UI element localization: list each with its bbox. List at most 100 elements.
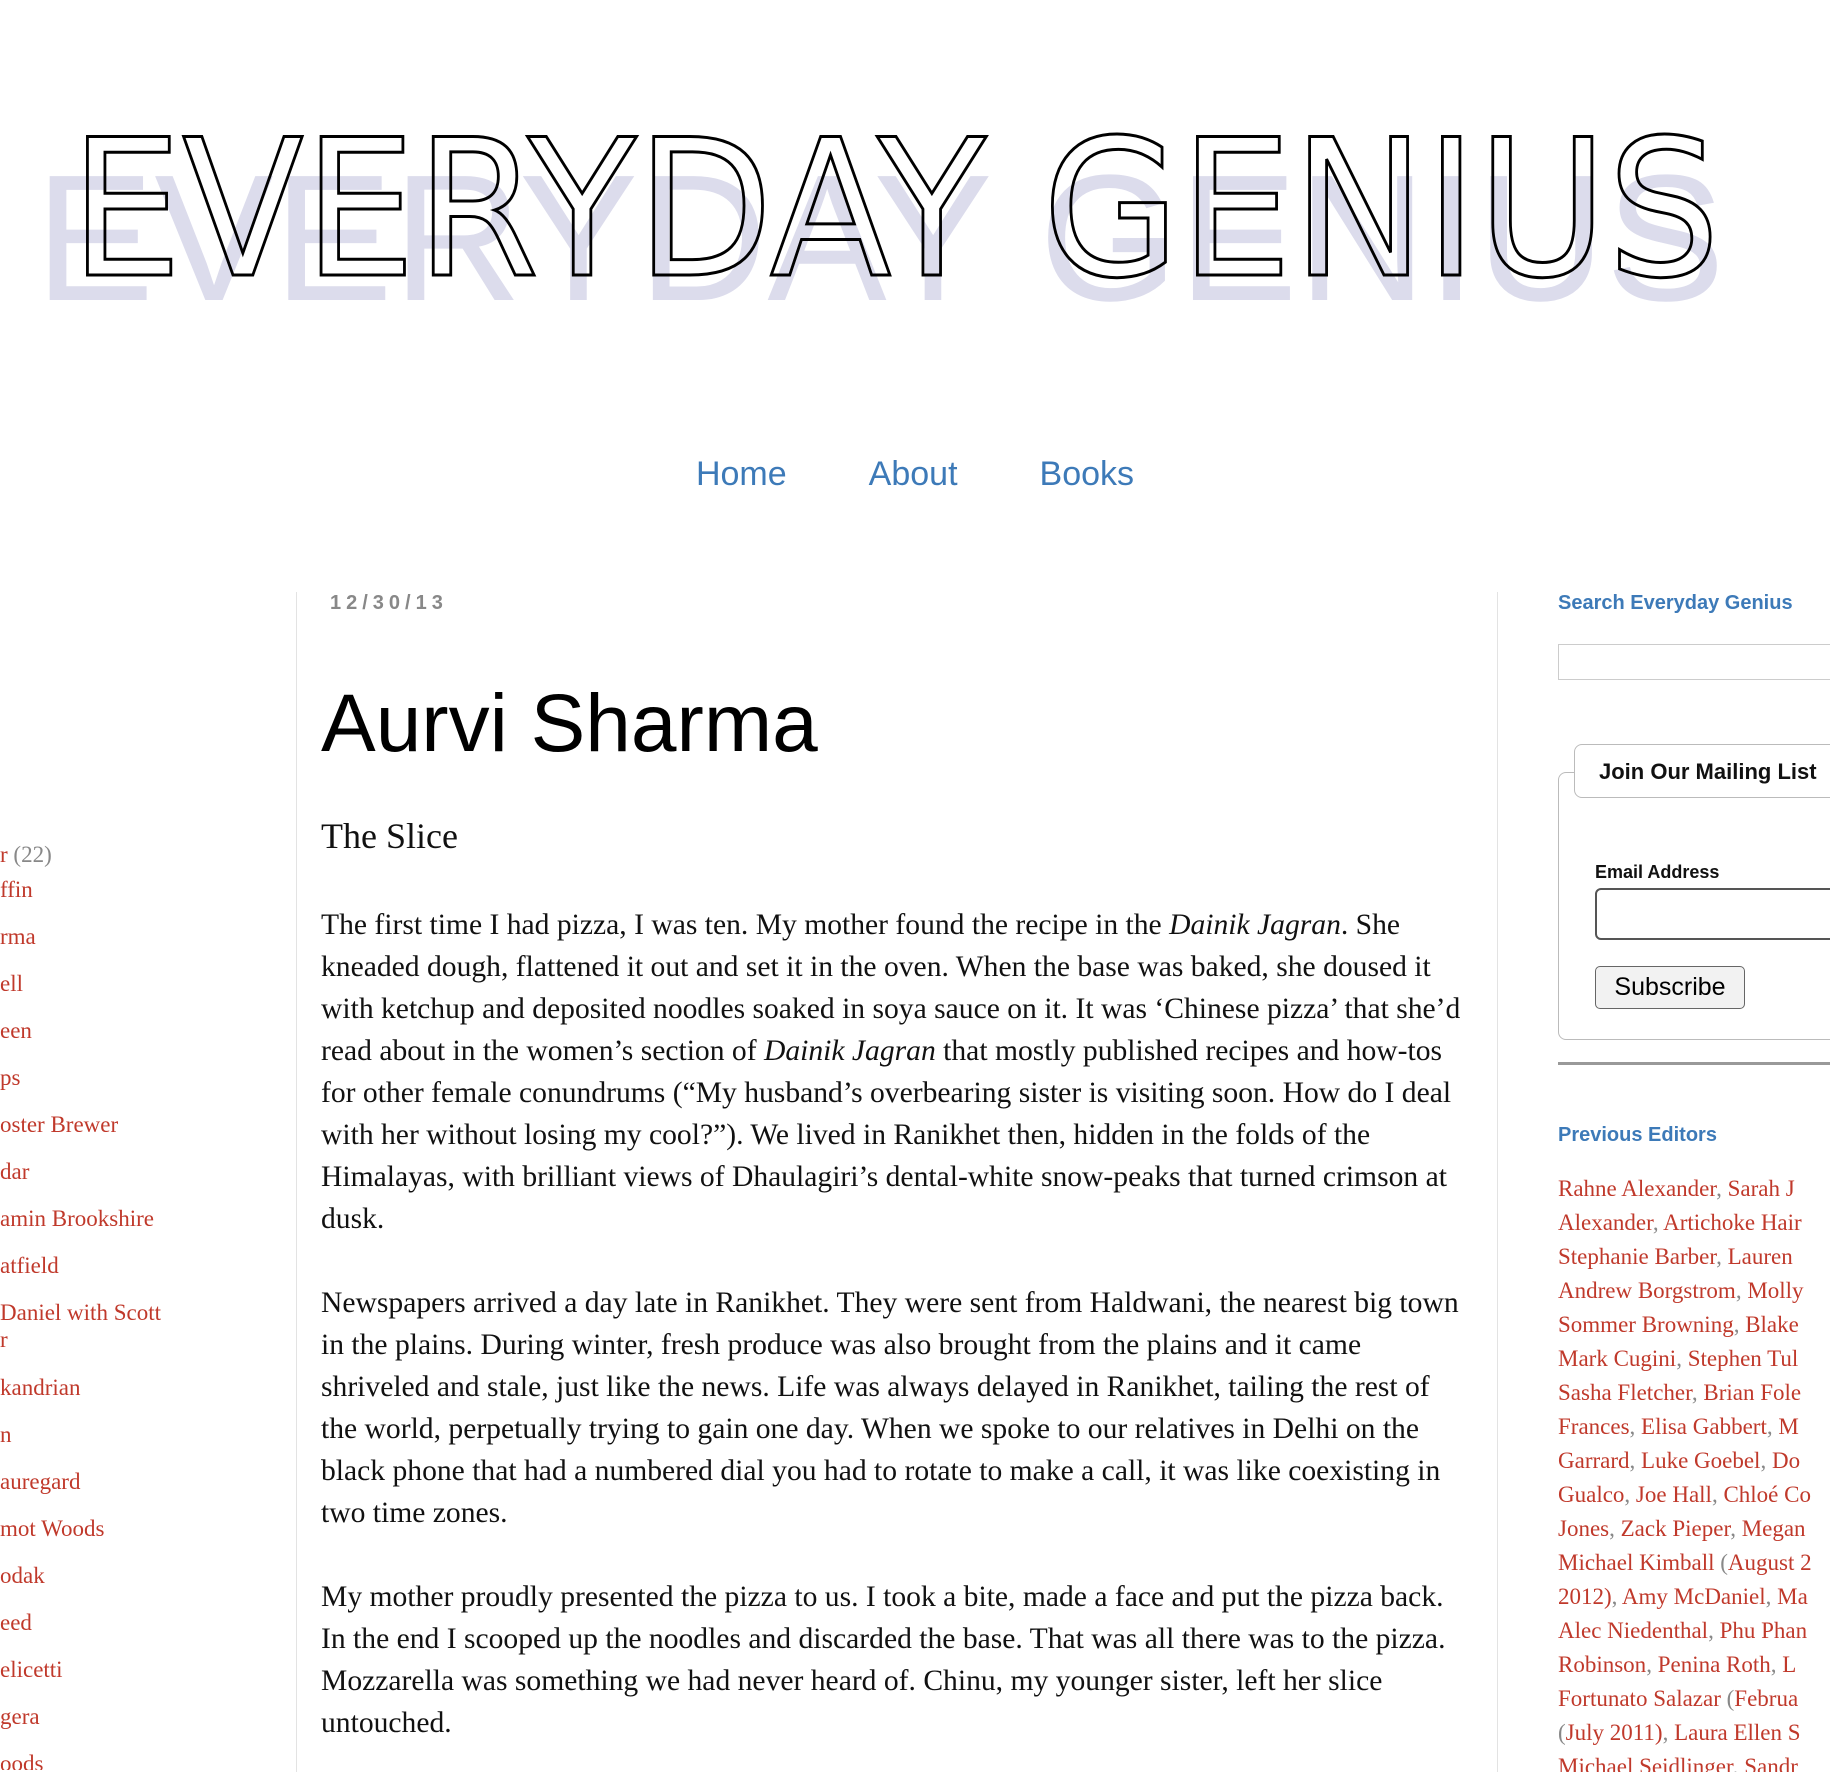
editors-line: Michael Seidlinger, Sandr [1558, 1750, 1830, 1772]
nav-about[interactable]: About [869, 455, 958, 494]
left-sidebar-item[interactable]: Daniel with Scott [0, 1298, 161, 1328]
editor-separator: , [1629, 1414, 1642, 1439]
editor-link[interactable]: Sommer Browning [1558, 1312, 1734, 1337]
editor-separator: , [1652, 1210, 1664, 1235]
editor-link[interactable]: Luke Goebel [1641, 1448, 1760, 1473]
editor-link[interactable]: Frances [1558, 1414, 1630, 1439]
left-sidebar-item[interactable]: elicetti [0, 1655, 63, 1685]
editor-link[interactable]: Artichoke Hair [1663, 1210, 1802, 1235]
editor-link[interactable]: August 2 [1728, 1550, 1812, 1575]
editor-separator: , [1766, 1414, 1779, 1439]
editor-link[interactable]: Laura Ellen S [1674, 1720, 1800, 1745]
editor-link[interactable]: Amy McDaniel [1622, 1584, 1766, 1609]
editor-link[interactable]: Gualco [1558, 1482, 1624, 1507]
editors-line: Fortunato Salazar (Februa [1558, 1682, 1830, 1716]
editors-line: Michael Kimball (August 2 [1558, 1546, 1830, 1580]
editor-link[interactable]: Do [1772, 1448, 1800, 1473]
editor-separator: , [1691, 1380, 1704, 1405]
left-sidebar-item[interactable]: oods [0, 1749, 43, 1770]
email-field[interactable] [1595, 888, 1830, 940]
left-sidebar-item[interactable]: kandrian [0, 1373, 80, 1403]
editor-link[interactable]: Robinson [1558, 1652, 1646, 1677]
editor-link[interactable]: Alexander [1558, 1210, 1653, 1235]
editor-link[interactable]: Zack Pieper [1621, 1516, 1731, 1541]
editors-line: Sasha Fletcher, Brian Fole [1558, 1376, 1830, 1410]
subscribe-button[interactable]: Subscribe [1595, 966, 1745, 1009]
nav-home[interactable]: Home [696, 455, 787, 494]
editor-link[interactable]: July 2011) [1566, 1720, 1663, 1745]
site-logo[interactable]: EVERYDAY GENIUS EVERYDAY GENIUS [0, 90, 1830, 340]
email-label: Email Address [1595, 862, 1720, 882]
left-sidebar-item[interactable]: rma [0, 922, 36, 952]
editor-link[interactable]: Sarah J [1728, 1176, 1795, 1201]
editor-separator: , [1624, 1482, 1636, 1507]
left-sidebar-item[interactable]: auregard [0, 1467, 80, 1497]
left-sidebar-item[interactable]: odak [0, 1561, 45, 1591]
editor-link[interactable]: Stephen Tul [1688, 1346, 1799, 1371]
editor-link[interactable]: Michael Kimball [1558, 1550, 1715, 1575]
left-sidebar-item[interactable]: ps [0, 1063, 20, 1093]
editor-link[interactable]: Penina Roth [1658, 1652, 1771, 1677]
editor-link[interactable]: Alec Niedenthal [1558, 1618, 1708, 1643]
editor-link[interactable]: Sasha Fletcher [1558, 1380, 1692, 1405]
left-sidebar-item[interactable]: een [0, 1016, 32, 1046]
editor-link[interactable]: M [1778, 1414, 1798, 1439]
editor-link[interactable]: Blake [1745, 1312, 1799, 1337]
editor-link[interactable]: L [1782, 1652, 1796, 1677]
editor-link[interactable]: Phu Phan [1720, 1618, 1808, 1643]
editor-link[interactable]: Fortunato Salazar [1558, 1686, 1721, 1711]
editors-line: Alec Niedenthal, Phu Phan [1558, 1614, 1830, 1648]
editor-link[interactable]: Rahne Alexander [1558, 1176, 1716, 1201]
editor-separator: , [1760, 1448, 1772, 1473]
column-divider-right [1497, 592, 1498, 1772]
editor-link[interactable]: Megan [1742, 1516, 1806, 1541]
editor-link[interactable]: Joe Hall [1636, 1482, 1712, 1507]
editor-link[interactable]: Ma [1777, 1584, 1808, 1609]
post-paragraph: The first time I had pizza, I was ten. M… [321, 904, 1471, 1240]
editor-link[interactable]: Stephanie Barber [1558, 1244, 1716, 1269]
editor-link[interactable]: Chloé Co [1723, 1482, 1811, 1507]
editor-link[interactable]: Andrew Borgstrom [1558, 1278, 1736, 1303]
editors-line: Jones, Zack Pieper, Megan [1558, 1512, 1830, 1546]
post-subtitle: The Slice [321, 816, 458, 856]
left-sidebar-item[interactable]: dar [0, 1157, 29, 1187]
left-sidebar-item[interactable]: eed [0, 1608, 32, 1638]
editor-link[interactable]: Brian Fole [1703, 1380, 1801, 1405]
editor-separator: , [1730, 1516, 1742, 1541]
widget-divider [1558, 1062, 1830, 1065]
editor-link[interactable]: Garrard [1558, 1448, 1630, 1473]
left-sidebar-label-link[interactable]: r [0, 842, 8, 867]
editor-separator: , [1676, 1346, 1688, 1371]
editors-widget-title: Previous Editors [1558, 1124, 1717, 1146]
editor-link[interactable]: Jones [1558, 1516, 1609, 1541]
editor-separator: , [1646, 1652, 1658, 1677]
editor-link[interactable]: Molly [1747, 1278, 1803, 1303]
editors-line: Sommer Browning, Blake [1558, 1308, 1830, 1342]
left-sidebar-item[interactable]: ffin [0, 875, 33, 905]
left-sidebar-item[interactable]: gera [0, 1702, 40, 1732]
editor-link[interactable]: Elisa Gabbert [1641, 1414, 1767, 1439]
editor-link[interactable]: Mark Cugini [1558, 1346, 1676, 1371]
left-sidebar-item[interactable]: n [0, 1420, 12, 1450]
editor-link[interactable]: Michael Seidlinger [1558, 1754, 1733, 1772]
left-sidebar-item[interactable]: atfield [0, 1251, 59, 1281]
editor-link[interactable]: 2012) [1558, 1584, 1612, 1609]
editor-link[interactable]: Lauren [1728, 1244, 1793, 1269]
left-sidebar-item[interactable]: mot Woods [0, 1514, 104, 1544]
post-paragraph: Newspapers arrived a day late in Ranikhe… [321, 1287, 1459, 1529]
editor-separator: , [1711, 1482, 1724, 1507]
left-sidebar-item[interactable]: ell [0, 969, 23, 999]
post-date: 12/30/13 [330, 592, 448, 614]
nav-books[interactable]: Books [1040, 455, 1135, 494]
editor-link[interactable]: Februa [1734, 1686, 1798, 1711]
left-sidebar-item[interactable]: r [0, 1325, 8, 1355]
mailing-list-title: Join Our Mailing List [1574, 744, 1830, 798]
left-sidebar-item[interactable]: oster Brewer [0, 1110, 118, 1140]
editor-link[interactable]: Sandr [1744, 1754, 1798, 1772]
newspaper-title: Dainik Jagran [763, 1035, 936, 1067]
search-input[interactable] [1558, 644, 1830, 680]
left-sidebar: r (22) ffin rma ell een ps oster Brewer … [0, 840, 220, 1770]
post-title: Aurvi Sharma [321, 678, 818, 769]
newspaper-title: Dainik Jagran [1169, 909, 1341, 941]
left-sidebar-item[interactable]: amin Brookshire [0, 1204, 154, 1234]
